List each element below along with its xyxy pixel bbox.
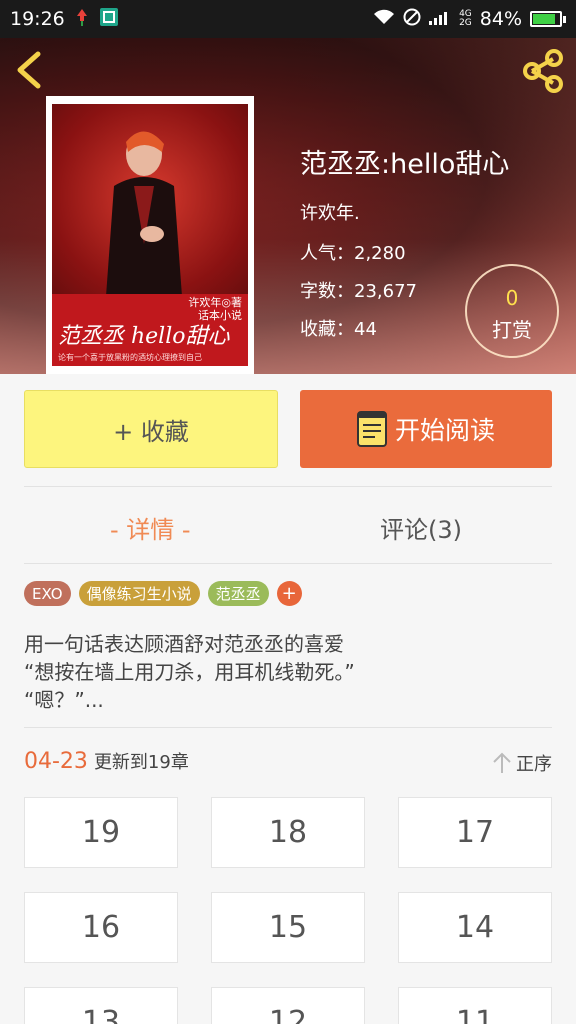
reward-button[interactable]: 0 打赏 bbox=[465, 264, 559, 358]
tab-comments[interactable]: 评论(3) bbox=[380, 505, 462, 549]
collect-button[interactable]: + 收藏 bbox=[24, 390, 278, 468]
do-not-disturb-icon bbox=[403, 8, 421, 31]
signal-icon bbox=[429, 8, 451, 30]
start-reading-label: 开始阅读 bbox=[394, 416, 495, 445]
screenshot-icon bbox=[99, 7, 119, 32]
book-author[interactable]: 许欢年. bbox=[300, 199, 509, 225]
reward-label: 打赏 bbox=[492, 318, 532, 342]
cover-image: 范丞丞 hello甜心 许欢年◎著 话本小说 论有一个喜于放黑粉的酒坊心理撩到自… bbox=[52, 104, 248, 366]
description-line: 用一句话表达顾酒舒对范丞丞的喜爱 bbox=[24, 632, 344, 656]
description-line: “想按在墙上用刀杀，用耳机线勒死。” bbox=[24, 660, 355, 684]
share-icon bbox=[523, 49, 563, 93]
book-cover[interactable]: 范丞丞 hello甜心 许欢年◎著 话本小说 论有一个喜于放黑粉的酒坊心理撩到自… bbox=[46, 96, 254, 374]
update-text: 更新到19章 bbox=[93, 752, 189, 773]
reward-count: 0 bbox=[505, 286, 519, 310]
share-button[interactable] bbox=[520, 48, 566, 94]
notification-icon bbox=[75, 8, 89, 31]
tab-details[interactable]: - 详情 - bbox=[110, 505, 191, 549]
book-description[interactable]: 用一句话表达顾酒舒对范丞丞的喜爱 “想按在墙上用刀杀，用耳机线勒死。” “嗯？”… bbox=[24, 630, 355, 714]
tag-fan-chengcheng[interactable]: 范丞丞 bbox=[207, 581, 269, 606]
chevron-left-icon bbox=[17, 51, 41, 89]
description-line: “嗯？”... bbox=[24, 688, 104, 712]
tag-exo[interactable]: EXO bbox=[24, 581, 71, 606]
add-tag-button[interactable]: + bbox=[276, 581, 302, 606]
battery-icon bbox=[530, 11, 566, 27]
book-icon bbox=[356, 411, 387, 447]
sort-button[interactable]: 正序 bbox=[492, 750, 552, 776]
update-info: 04-23 更新到19章 bbox=[24, 748, 189, 774]
divider bbox=[24, 727, 552, 728]
divider bbox=[24, 486, 552, 487]
tag-idol-trainee-novel[interactable]: 偶像练习生小说 bbox=[78, 581, 200, 606]
cover-title: 范丞丞 hello甜心 bbox=[58, 324, 230, 349]
chapter-button[interactable]: 11 bbox=[398, 987, 552, 1024]
cover-author: 许欢年◎著 话本小说 bbox=[188, 296, 242, 322]
update-date: 04-23 bbox=[24, 749, 88, 774]
stat-popularity: 人气：2,280 bbox=[300, 243, 406, 264]
chapter-button[interactable]: 15 bbox=[211, 892, 365, 963]
sort-label: 正序 bbox=[516, 754, 552, 775]
chapter-button[interactable]: 12 bbox=[211, 987, 365, 1024]
chapter-button[interactable]: 18 bbox=[211, 797, 365, 868]
chapter-button[interactable]: 17 bbox=[398, 797, 552, 868]
collect-label: + 收藏 bbox=[113, 417, 189, 446]
chapter-button[interactable]: 19 bbox=[24, 797, 178, 868]
wifi-icon bbox=[373, 8, 395, 30]
status-time: 19:26 bbox=[10, 8, 65, 30]
chapter-button[interactable]: 13 bbox=[24, 987, 178, 1024]
start-reading-button[interactable]: 开始阅读 bbox=[300, 390, 552, 468]
divider bbox=[24, 563, 552, 564]
arrow-up-icon bbox=[493, 752, 511, 773]
chapter-button[interactable]: 14 bbox=[398, 892, 552, 963]
book-header: 范丞丞 hello甜心 许欢年◎著 话本小说 论有一个喜于放黑粉的酒坊心理撩到自… bbox=[0, 38, 576, 374]
back-button[interactable] bbox=[12, 50, 52, 90]
chapter-button[interactable]: 16 bbox=[24, 892, 178, 963]
battery-percent: 84% bbox=[479, 8, 522, 30]
book-title: 范丞丞:hello甜心 bbox=[300, 149, 510, 180]
tag-list: EXO 偶像练习生小说 范丞丞 + bbox=[24, 581, 302, 606]
status-bar: 19:26 4G 2G 84% bbox=[0, 0, 576, 38]
cover-tagline: 论有一个喜于放黑粉的酒坊心理撩到自己 bbox=[58, 353, 202, 362]
network-type: 4G 2G bbox=[459, 9, 472, 28]
